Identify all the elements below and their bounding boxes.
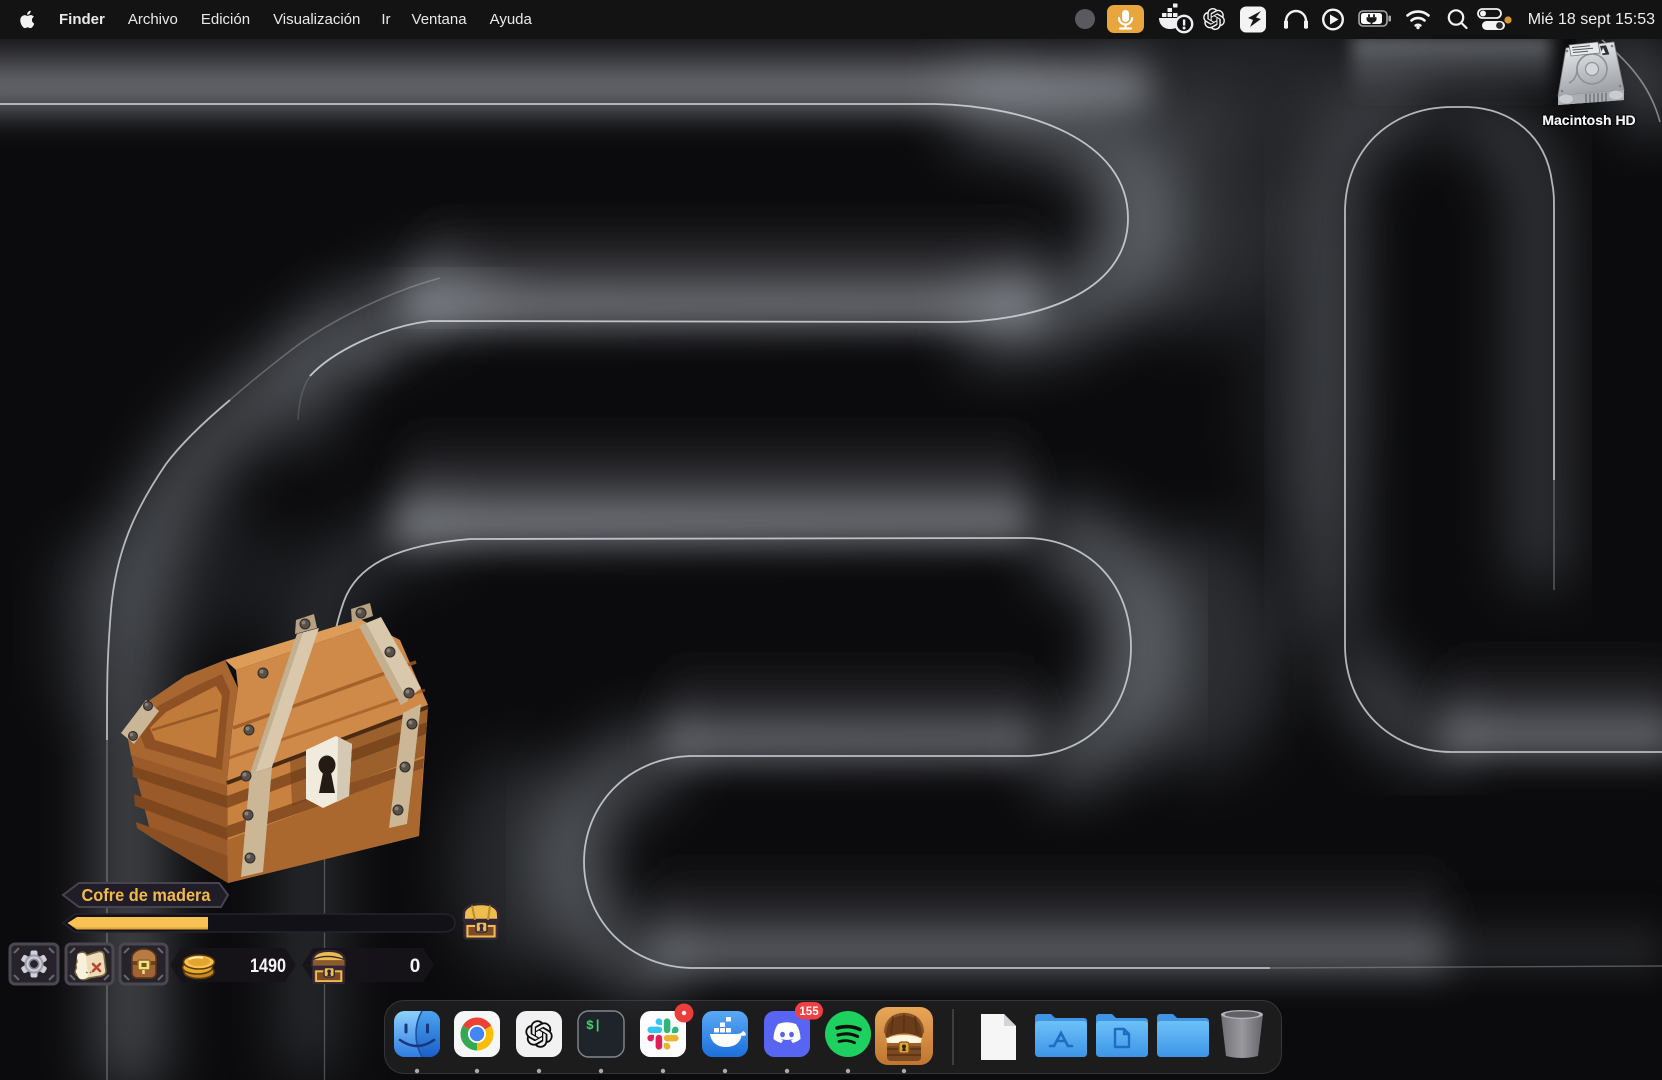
svg-text:0: 0	[410, 956, 421, 977]
svg-text:Cofre de madera: Cofre de madera	[82, 885, 211, 905]
svg-text:155: 155	[799, 1006, 819, 1018]
svg-text:$|: $|	[586, 1018, 602, 1033]
svg-text:1490: 1490	[250, 956, 286, 977]
svg-text:Macintosh HD: Macintosh HD	[1542, 112, 1635, 128]
